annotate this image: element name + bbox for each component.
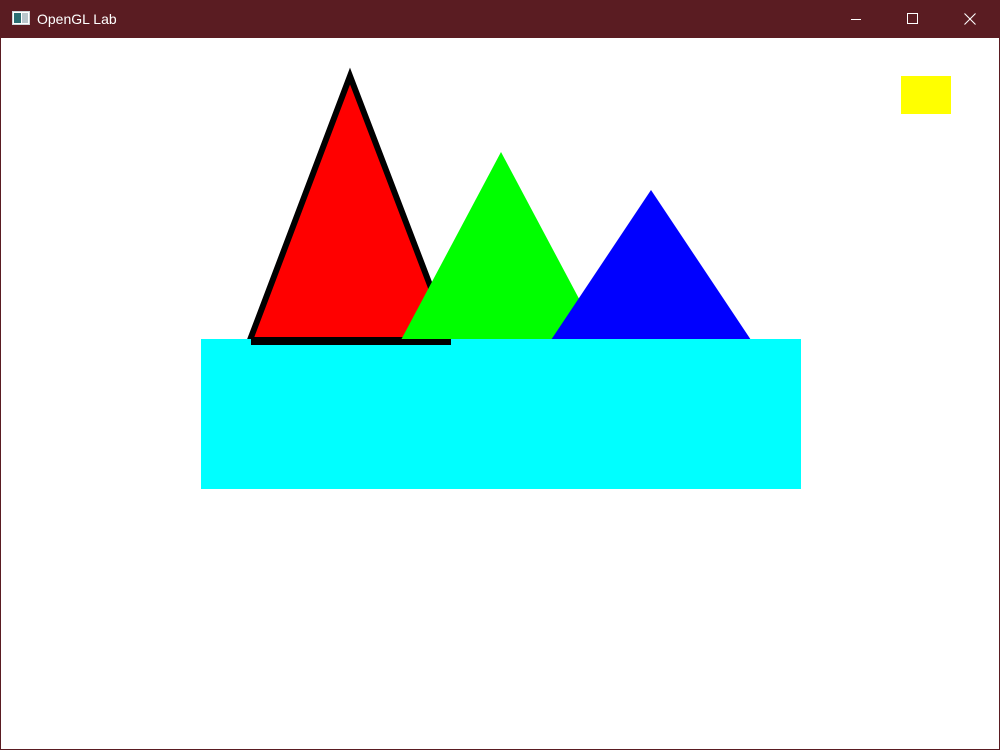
close-button[interactable] bbox=[941, 0, 999, 38]
scene-drawing bbox=[201, 67, 951, 489]
render-canvas[interactable] bbox=[1, 38, 999, 749]
window-title: OpenGL Lab bbox=[37, 11, 117, 27]
close-icon bbox=[964, 13, 976, 25]
maximize-button[interactable] bbox=[884, 0, 942, 38]
app-window-icon[interactable] bbox=[12, 11, 30, 25]
cyan-rectangle bbox=[201, 339, 801, 489]
title-bar[interactable]: OpenGL Lab bbox=[1, 0, 999, 38]
app-window: OpenGL Lab bbox=[0, 0, 1000, 750]
red-triangle-base-outline bbox=[251, 339, 451, 345]
maximize-icon bbox=[907, 13, 918, 24]
minimize-icon bbox=[851, 19, 861, 20]
blue-triangle bbox=[551, 190, 751, 340]
minimize-button[interactable] bbox=[827, 0, 885, 38]
red-triangle bbox=[245, 67, 456, 343]
yellow-rectangle bbox=[901, 76, 951, 114]
